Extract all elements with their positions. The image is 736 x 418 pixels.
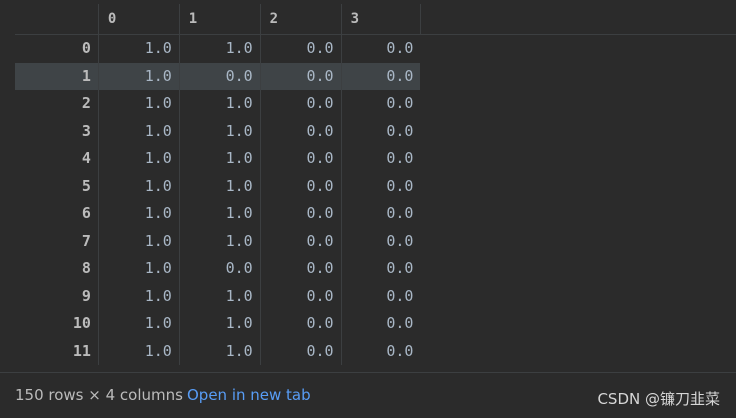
row-filler (420, 200, 736, 228)
table-cell[interactable]: 0.0 (178, 255, 260, 283)
table-cell[interactable]: 0.0 (340, 145, 421, 173)
row-filler (420, 145, 736, 173)
row-index: 2 (81, 94, 91, 112)
table-cell[interactable]: 0.0 (259, 35, 341, 63)
row-index: 10 (72, 314, 91, 332)
table-row[interactable]: 5 1.0 1.0 0.0 0.0 (15, 172, 736, 200)
table-cell[interactable]: 1.0 (178, 282, 260, 310)
table-cell[interactable]: 1.0 (178, 117, 260, 145)
row-filler (420, 255, 736, 283)
table-cell[interactable]: 0.0 (340, 90, 421, 118)
table-row[interactable]: 11 1.0 1.0 0.0 0.0 (15, 337, 736, 365)
table-row[interactable]: 9 1.0 1.0 0.0 0.0 (15, 282, 736, 310)
table-cell[interactable]: 1.0 (178, 35, 260, 63)
table-cell[interactable]: 1.0 (178, 227, 260, 255)
table-cell[interactable]: 1.0 (97, 200, 179, 228)
row-filler (420, 310, 736, 338)
rows-info: 150 rows × 4 columns (15, 386, 183, 404)
watermark: CSDN @镰刀韭菜 (597, 390, 720, 408)
header-filler (420, 4, 736, 34)
table-cell[interactable]: 1.0 (97, 282, 179, 310)
table-cell[interactable]: 0.0 (340, 200, 421, 228)
column-header[interactable]: 1 (178, 4, 260, 34)
table-cell[interactable]: 1.0 (97, 90, 179, 118)
table-row[interactable]: 10 1.0 1.0 0.0 0.0 (15, 310, 736, 338)
table-cell[interactable]: 0.0 (340, 35, 421, 63)
table-cell[interactable]: 0.0 (259, 62, 341, 90)
row-index: 0 (81, 39, 91, 57)
table-cell[interactable]: 0.0 (340, 62, 421, 90)
row-filler (420, 35, 736, 63)
table-cell[interactable]: 1.0 (97, 117, 179, 145)
column-header[interactable]: 2 (259, 4, 341, 34)
table-cell[interactable]: 0.0 (259, 337, 341, 365)
table-cell[interactable]: 0.0 (259, 172, 341, 200)
row-filler (420, 172, 736, 200)
table-row[interactable]: 0 1.0 1.0 0.0 0.0 (15, 35, 736, 63)
table-cell[interactable]: 0.0 (340, 117, 421, 145)
table-cell[interactable]: 1.0 (97, 145, 179, 173)
row-filler (420, 227, 736, 255)
table-row[interactable]: 7 1.0 1.0 0.0 0.0 (15, 227, 736, 255)
dataframe-table: 0 1 2 3 0 1.0 1.0 0.0 0.0 1 1.0 0.0 0.0 0.0 2 1.0 1.… (15, 4, 736, 365)
table-row[interactable]: 8 1.0 0.0 0.0 0.0 (15, 255, 736, 283)
row-index: 5 (81, 176, 91, 195)
row-index: 9 (81, 286, 91, 305)
table-cell[interactable]: 1.0 (97, 62, 179, 90)
row-index: 8 (81, 259, 91, 277)
table-cell[interactable]: 1.0 (97, 255, 179, 283)
table-cell[interactable]: 1.0 (178, 337, 260, 365)
table-row[interactable]: 1 1.0 0.0 0.0 0.0 (15, 62, 736, 90)
row-filler (420, 62, 736, 90)
table-cell[interactable]: 0.0 (259, 282, 341, 310)
row-filler (420, 90, 736, 118)
table-cell[interactable]: 0.0 (340, 337, 421, 365)
table-cell[interactable]: 1.0 (97, 337, 179, 365)
table-cell[interactable]: 0.0 (178, 62, 260, 90)
table-footer: 150 rows × 4 columns Open in new tab CSD… (0, 372, 736, 418)
row-filler (420, 117, 736, 145)
table-cell[interactable]: 1.0 (97, 172, 179, 200)
table-cell[interactable]: 0.0 (259, 200, 341, 228)
row-filler (420, 337, 736, 365)
row-index: 4 (81, 149, 91, 167)
table-cell[interactable]: 1.0 (178, 200, 260, 228)
row-index: 11 (72, 341, 91, 360)
table-cell[interactable]: 0.0 (259, 90, 341, 118)
row-index: 7 (81, 231, 91, 250)
table-row[interactable]: 3 1.0 1.0 0.0 0.0 (15, 117, 736, 145)
row-filler (420, 282, 736, 310)
table-cell[interactable]: 0.0 (340, 310, 421, 338)
row-index: 6 (81, 204, 91, 222)
table-cell[interactable]: 1.0 (97, 35, 179, 63)
table-row[interactable]: 2 1.0 1.0 0.0 0.0 (15, 90, 736, 118)
table-cell[interactable]: 0.0 (259, 227, 341, 255)
table-cell[interactable]: 0.0 (259, 255, 341, 283)
table-cell[interactable]: 1.0 (97, 310, 179, 338)
row-index: 1 (81, 66, 91, 85)
table-cell[interactable]: 1.0 (178, 310, 260, 338)
table-body: 0 1.0 1.0 0.0 0.0 1 1.0 0.0 0.0 0.0 2 1.0 1.0 0.0 0.0 3… (15, 35, 736, 365)
table-cell[interactable]: 0.0 (340, 255, 421, 283)
table-cell[interactable]: 0.0 (340, 227, 421, 255)
table-cell[interactable]: 0.0 (340, 282, 421, 310)
table-cell[interactable]: 1.0 (178, 145, 260, 173)
open-in-new-tab-link[interactable]: Open in new tab (187, 386, 311, 404)
table-cell[interactable]: 0.0 (259, 145, 341, 173)
table-cell[interactable]: 1.0 (97, 227, 179, 255)
index-header (15, 4, 98, 34)
table-cell[interactable]: 0.0 (340, 172, 421, 200)
table-cell[interactable]: 0.0 (259, 310, 341, 338)
table-row[interactable]: 6 1.0 1.0 0.0 0.0 (15, 200, 736, 228)
table-header: 0 1 2 3 (15, 4, 736, 35)
row-index: 3 (81, 121, 91, 140)
column-header[interactable]: 3 (340, 4, 421, 34)
table-cell[interactable]: 1.0 (178, 172, 260, 200)
table-cell[interactable]: 0.0 (259, 117, 341, 145)
column-header[interactable]: 0 (97, 4, 179, 34)
table-cell[interactable]: 1.0 (178, 90, 260, 118)
table-row[interactable]: 4 1.0 1.0 0.0 0.0 (15, 145, 736, 173)
